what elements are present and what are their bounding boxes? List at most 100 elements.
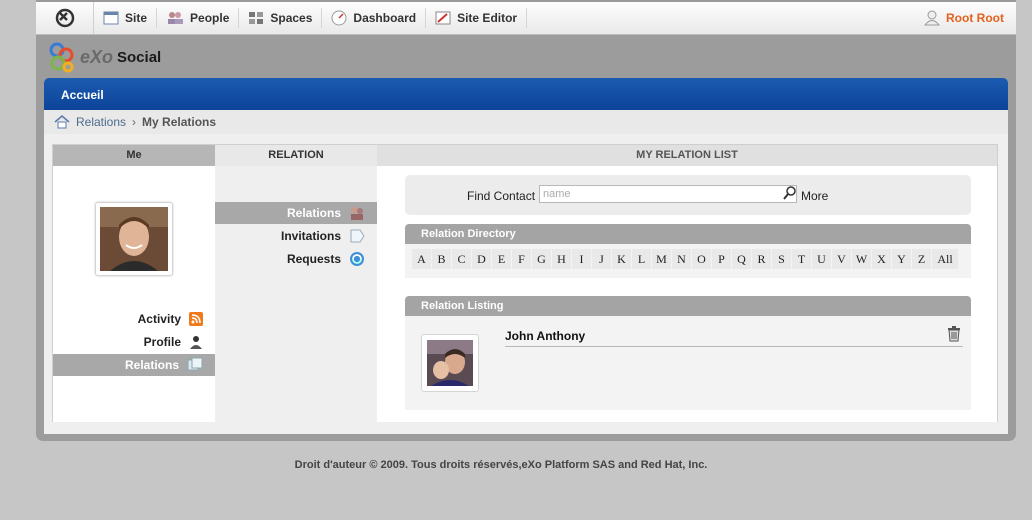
more-search-link[interactable]: More xyxy=(801,189,828,203)
people-icon xyxy=(168,12,184,24)
letter-f-button[interactable]: F xyxy=(512,249,531,269)
letter-i-button[interactable]: I xyxy=(572,249,591,269)
brand-logo[interactable]: eXo Social xyxy=(48,41,161,73)
me-column-header: Me xyxy=(53,145,215,166)
me-column: Activity Profile Relations xyxy=(53,166,221,422)
toolbar-spaces-label: Spaces xyxy=(270,11,313,25)
me-menu-activity-label: Activity xyxy=(137,312,181,326)
letter-d-button[interactable]: D xyxy=(472,249,491,269)
my-avatar[interactable] xyxy=(95,202,173,276)
invitation-icon xyxy=(350,229,365,243)
letter-s-button[interactable]: S xyxy=(772,249,791,269)
relation-menu-invitations-label: Invitations xyxy=(280,229,341,243)
toolbar-dashboard-label: Dashboard xyxy=(353,11,417,25)
letter-all-button[interactable]: All xyxy=(932,249,958,269)
letter-t-button[interactable]: T xyxy=(792,249,811,269)
breadcrumb-relations-link[interactable]: Relations xyxy=(76,115,126,129)
letter-u-button[interactable]: U xyxy=(812,249,831,269)
relation-menu-relations-label: Relations xyxy=(286,206,341,220)
user-name: Root Root xyxy=(946,11,1004,25)
portal-frame: eXo Social Accueil Relations › My Relati… xyxy=(36,35,1016,441)
brand-exo: eXo xyxy=(80,46,114,67)
relations-people-icon xyxy=(351,207,363,220)
user-menu[interactable]: Root Root xyxy=(924,10,1016,26)
footer-copyright: Droit d'auteur © 2009. Tous droits réser… xyxy=(0,459,1032,471)
relation-directory-header: Relation Directory xyxy=(405,224,971,244)
letter-h-button[interactable]: H xyxy=(552,249,571,269)
relations-icon xyxy=(187,357,203,371)
chevron-right-icon: › xyxy=(132,115,137,129)
letter-z-button[interactable]: Z xyxy=(912,249,931,269)
letter-x-button[interactable]: X xyxy=(872,249,891,269)
profile-icon xyxy=(190,336,202,349)
toolbar-people[interactable]: People xyxy=(157,8,240,28)
me-menu-profile[interactable]: Profile xyxy=(53,331,215,353)
relation-directory-title: Relation Directory xyxy=(421,228,516,240)
relation-directory: A B C D E F G H I J K L M N O P Q R S T U V W X Y Z All xyxy=(405,244,971,278)
letter-g-button[interactable]: G xyxy=(532,249,551,269)
letter-n-button[interactable]: N xyxy=(672,249,691,269)
letter-r-button[interactable]: R xyxy=(752,249,771,269)
relation-menu-requests[interactable]: Requests xyxy=(215,248,377,270)
letter-w-button[interactable]: W xyxy=(852,249,871,269)
relations-panel: Me RELATION MY RELATION LIST Activity Pr… xyxy=(52,144,998,422)
relation-listing-title: Relation Listing xyxy=(421,300,504,312)
top-toolbar: Site People Spaces Dashboard Site Editor… xyxy=(36,0,1016,35)
brand-social: Social xyxy=(117,48,162,66)
toolbar-spaces[interactable]: Spaces xyxy=(239,8,323,28)
footer-text: Droit d'auteur © 2009. Tous droits réser… xyxy=(294,459,708,471)
find-contact-label: Find Contact : xyxy=(467,189,542,203)
exo-social-logo-icon xyxy=(49,42,74,73)
spaces-icon xyxy=(249,12,264,24)
letter-y-button[interactable]: Y xyxy=(892,249,911,269)
letter-a-button[interactable]: A xyxy=(412,249,431,269)
letter-m-button[interactable]: M xyxy=(652,249,671,269)
find-contact-input[interactable] xyxy=(539,185,797,203)
me-menu-relations[interactable]: Relations xyxy=(53,354,221,376)
trash-icon[interactable] xyxy=(947,326,961,342)
letter-l-button[interactable]: L xyxy=(632,249,651,269)
letter-j-button[interactable]: J xyxy=(592,249,611,269)
contact-divider xyxy=(505,346,963,347)
relation-list-header: MY RELATION LIST xyxy=(377,145,997,166)
relation-menu-relations[interactable]: Relations xyxy=(215,202,383,224)
rss-icon xyxy=(189,312,203,326)
toolbar-site-editor-label: Site Editor xyxy=(457,11,518,25)
user-icon xyxy=(924,10,941,26)
contact-avatar[interactable] xyxy=(421,334,479,392)
toolbar-site-label: Site xyxy=(125,11,148,25)
letter-c-button[interactable]: C xyxy=(452,249,471,269)
site-icon xyxy=(103,11,119,25)
toolbar-site[interactable]: Site xyxy=(94,8,158,28)
navigation-bar: Accueil xyxy=(44,78,1008,110)
dashboard-icon xyxy=(331,10,347,26)
me-menu-activity[interactable]: Activity xyxy=(53,308,215,330)
nav-home-link[interactable]: Accueil xyxy=(61,88,104,102)
letter-k-button[interactable]: K xyxy=(612,249,631,269)
relation-list-column: Find Contact : More Relation Directory A… xyxy=(377,166,997,422)
search-icon[interactable] xyxy=(783,186,797,200)
letter-o-button[interactable]: O xyxy=(692,249,711,269)
me-menu-relations-label: Relations xyxy=(124,358,179,372)
relation-column: Relations Invitations Requests xyxy=(215,166,383,422)
contact-name[interactable]: John Anthony xyxy=(505,329,585,343)
content-area: Me RELATION MY RELATION LIST Activity Pr… xyxy=(44,134,1008,434)
relation-menu-invitations[interactable]: Invitations xyxy=(215,225,377,247)
requests-icon xyxy=(350,252,364,266)
letter-q-button[interactable]: Q xyxy=(732,249,751,269)
breadcrumb-current: My Relations xyxy=(142,115,217,129)
relation-listing: John Anthony xyxy=(405,316,971,410)
toolbar-dashboard[interactable]: Dashboard xyxy=(322,8,427,28)
relation-menu-requests-label: Requests xyxy=(286,252,341,266)
exo-logo-icon[interactable] xyxy=(36,2,94,34)
letter-p-button[interactable]: P xyxy=(712,249,731,269)
site-editor-icon xyxy=(435,11,451,25)
me-menu-profile-label: Profile xyxy=(143,335,181,349)
letter-e-button[interactable]: E xyxy=(492,249,511,269)
home-icon[interactable] xyxy=(54,115,70,129)
letter-v-button[interactable]: V xyxy=(832,249,851,269)
relation-column-header: RELATION xyxy=(215,145,377,166)
letter-b-button[interactable]: B xyxy=(432,249,451,269)
toolbar-site-editor[interactable]: Site Editor xyxy=(426,8,528,28)
alphabet-filter: A B C D E F G H I J K L M N O P Q R S T U V W X Y Z All xyxy=(405,244,971,274)
